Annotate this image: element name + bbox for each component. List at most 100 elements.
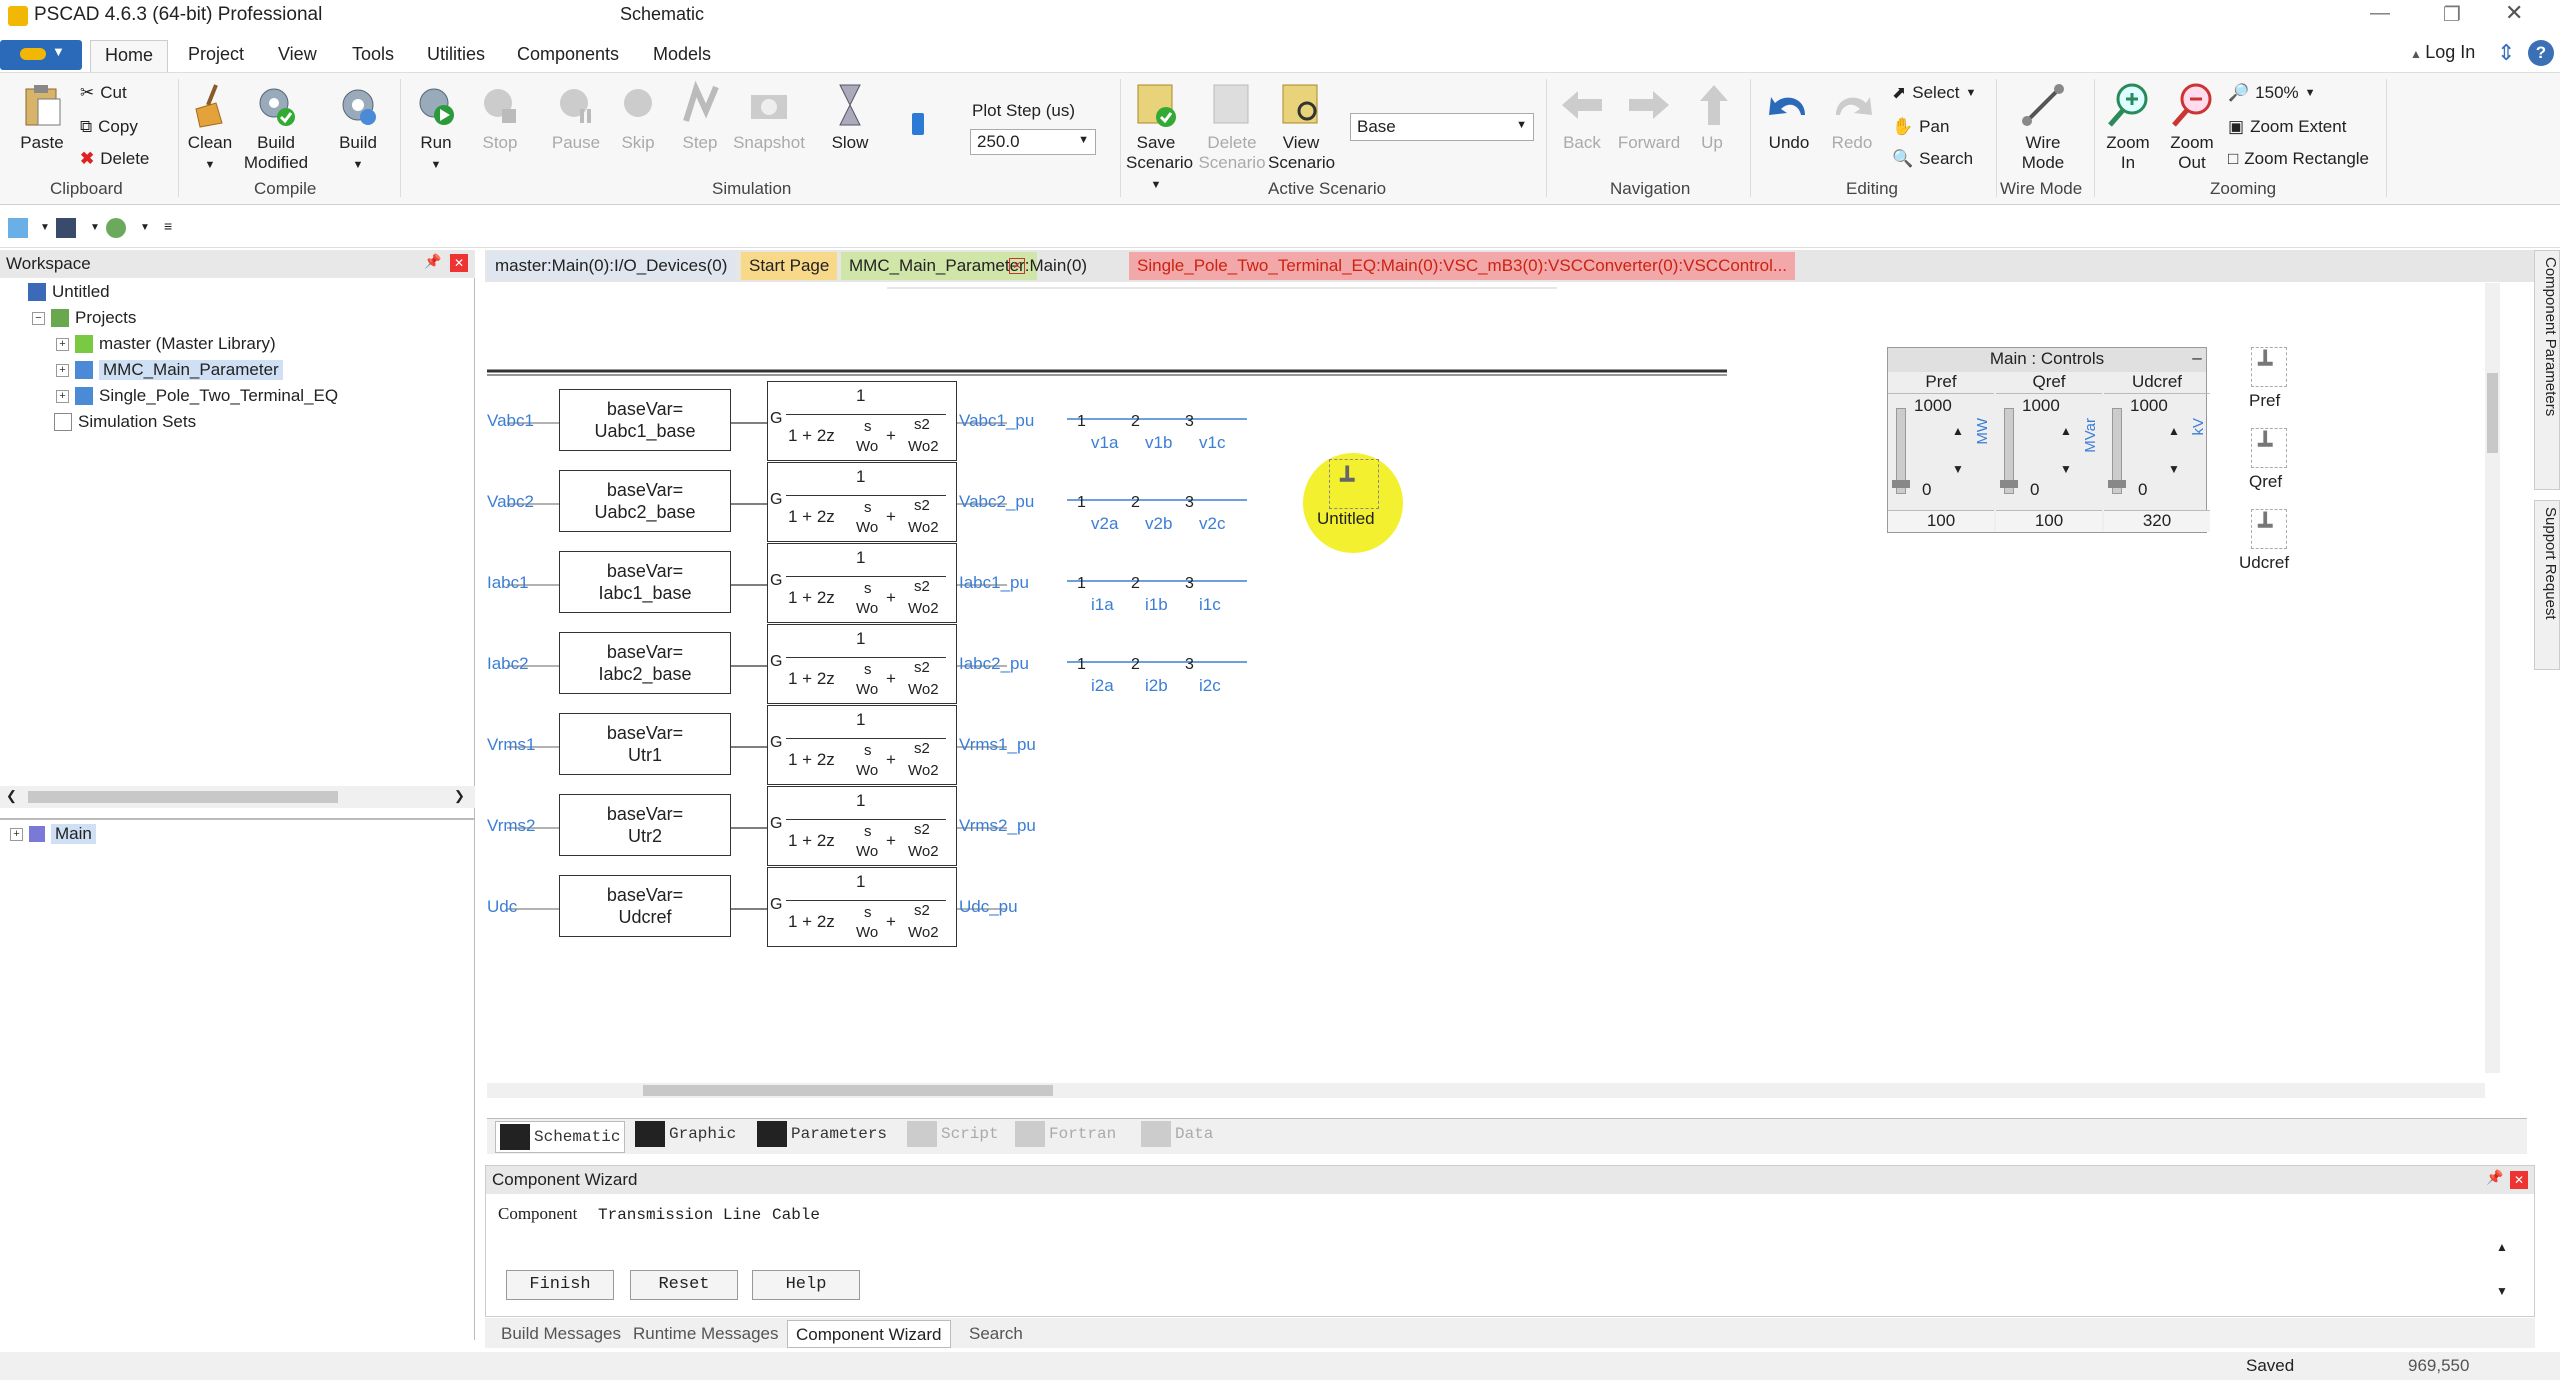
split-signal[interactable]: v2a bbox=[1091, 514, 1118, 534]
chevron-down-icon[interactable]: ▼ bbox=[90, 222, 100, 233]
chevron-down-icon[interactable]: ▼ bbox=[140, 222, 150, 233]
view-tab-fortran[interactable]: Fortran bbox=[1015, 1121, 1116, 1147]
redo-button[interactable]: Redo bbox=[1826, 81, 1878, 153]
split-signal[interactable]: i1a bbox=[1091, 595, 1114, 615]
tab-search[interactable]: Search bbox=[961, 1320, 1031, 1348]
plot-step-select[interactable]: 250.0 ▼ bbox=[970, 129, 1096, 155]
speed-slider[interactable] bbox=[912, 113, 924, 135]
copy-button[interactable]: ⧉ Copy bbox=[80, 117, 138, 137]
tab-home[interactable]: Home bbox=[90, 40, 169, 72]
input-signal[interactable]: Vabc1 bbox=[487, 411, 534, 431]
per-unit-block[interactable]: baseVar= Udcref bbox=[559, 875, 731, 937]
scroll-thumb[interactable] bbox=[2487, 373, 2498, 453]
new-icon[interactable] bbox=[8, 218, 28, 238]
view-tab-schematic[interactable]: Schematic bbox=[495, 1121, 626, 1153]
untitled-slider[interactable]: ┻ bbox=[1329, 459, 1379, 509]
split-signal[interactable]: i2c bbox=[1199, 676, 1221, 696]
wizard-tab-transmission-line[interactable]: Transmission Line bbox=[598, 1206, 761, 1224]
expand-icon[interactable]: + bbox=[56, 363, 69, 377]
per-unit-block[interactable]: baseVar= Uabc2_base bbox=[559, 470, 731, 532]
per-unit-block[interactable]: baseVar= Utr1 bbox=[559, 713, 731, 775]
split-signal[interactable]: i1b bbox=[1145, 595, 1168, 615]
transfer-function-block[interactable]: G 1 1 + 2z s Wo + s2 Wo2 bbox=[767, 867, 957, 947]
transfer-function-block[interactable]: G 1 1 + 2z s Wo + s2 Wo2 bbox=[767, 462, 957, 542]
scroll-thumb[interactable] bbox=[643, 1085, 1053, 1096]
tree-item-single-pole[interactable]: + Single_Pole_Two_Terminal_EQ bbox=[56, 386, 338, 406]
schematic-canvas[interactable]: Vabc1 baseVar= Uabc1_base G 1 1 + 2z s Wo … bbox=[487, 283, 2500, 1098]
input-signal[interactable]: Iabc1 bbox=[487, 573, 529, 593]
split-signal[interactable]: i2a bbox=[1091, 676, 1114, 696]
output-signal[interactable]: Udc_pu bbox=[959, 897, 1018, 917]
tree-simulation-sets[interactable]: Simulation Sets bbox=[54, 412, 196, 432]
slider-thumb[interactable] bbox=[1892, 480, 1910, 488]
output-signal[interactable]: Vabc1_pu bbox=[959, 411, 1034, 431]
transfer-function-block[interactable]: G 1 1 + 2z s Wo + s2 Wo2 bbox=[767, 624, 957, 704]
reset-button[interactable]: Reset bbox=[630, 1270, 738, 1300]
step-button[interactable]: Step bbox=[674, 81, 726, 153]
stop-button[interactable]: Stop bbox=[474, 81, 526, 153]
paste-button[interactable]: Paste bbox=[14, 81, 70, 153]
tab-build-messages[interactable]: Build Messages bbox=[493, 1320, 629, 1348]
back-button[interactable]: Back bbox=[1556, 81, 1608, 153]
chevron-down-icon[interactable]: ▼ bbox=[2060, 462, 2072, 476]
output-signal[interactable]: Vrms1_pu bbox=[959, 735, 1036, 755]
refresh-icon[interactable] bbox=[106, 218, 126, 238]
close-icon[interactable]: ✕ bbox=[2510, 1171, 2528, 1189]
tab-io-devices[interactable]: master:Main(0):I/O_Devices(0) bbox=[487, 252, 736, 280]
options-icon[interactable]: ⇕ bbox=[2497, 40, 2515, 66]
tab-view[interactable]: View bbox=[278, 44, 317, 72]
slider-thumb[interactable] bbox=[2108, 480, 2126, 488]
chevron-down-icon[interactable]: ▼ bbox=[40, 222, 50, 233]
view-tab-script[interactable]: Script bbox=[907, 1121, 999, 1147]
scroll-up-icon[interactable]: ▲ bbox=[2496, 1240, 2508, 1254]
horizontal-scrollbar[interactable]: ❮ ❯ bbox=[0, 786, 475, 808]
minimize-icon[interactable]: — bbox=[2370, 2, 2390, 25]
tab-project[interactable]: Project bbox=[188, 44, 244, 72]
tree-item-mmc[interactable]: + MMC_Main_Parameter bbox=[56, 360, 283, 380]
scroll-left-icon[interactable]: ❮ bbox=[6, 788, 17, 804]
skip-button[interactable]: Skip bbox=[612, 81, 664, 153]
up-button[interactable]: Up bbox=[1690, 81, 1734, 153]
slider-component[interactable]: ┻ bbox=[2251, 428, 2287, 468]
scroll-thumb[interactable] bbox=[28, 791, 338, 803]
pan-button[interactable]: ✋ Pan bbox=[1892, 117, 1949, 137]
zoom-out-button[interactable]: Zoom Out bbox=[2164, 81, 2220, 173]
tab-mmc-main[interactable]: MMC_Main_Parameter:Main(0) bbox=[841, 252, 1087, 280]
login-link[interactable]: ▲ Log In bbox=[2410, 42, 2475, 63]
zoom-extent-button[interactable]: ▣ Zoom Extent bbox=[2228, 117, 2346, 137]
clean-button[interactable]: Clean ▼ bbox=[184, 81, 236, 175]
run-button[interactable]: Run ▼ bbox=[410, 81, 462, 175]
chevron-up-icon[interactable]: ▲ bbox=[2060, 424, 2072, 438]
split-signal[interactable]: i1c bbox=[1199, 595, 1221, 615]
chevron-down-icon[interactable]: ▼ bbox=[1952, 462, 1964, 476]
transfer-function-block[interactable]: G 1 1 + 2z s Wo + s2 Wo2 bbox=[767, 381, 957, 461]
scenario-select[interactable]: Base ▼ bbox=[1350, 113, 1534, 141]
close-icon[interactable]: ✕ bbox=[450, 254, 468, 272]
chevron-down-icon[interactable]: ▼ bbox=[2168, 462, 2180, 476]
split-signal[interactable]: v2c bbox=[1199, 514, 1225, 534]
input-signal[interactable]: Vrms1 bbox=[487, 735, 536, 755]
input-signal[interactable]: Vabc2 bbox=[487, 492, 534, 512]
transfer-function-block[interactable]: G 1 1 + 2z s Wo + s2 Wo2 bbox=[767, 705, 957, 785]
view-tab-parameters[interactable]: Parameters bbox=[757, 1121, 887, 1147]
customize-icon[interactable]: ≡ bbox=[164, 218, 172, 234]
wire-mode-button[interactable]: Wire Mode bbox=[2008, 81, 2078, 173]
per-unit-block[interactable]: baseVar= Utr2 bbox=[559, 794, 731, 856]
output-signal[interactable]: Vrms2_pu bbox=[959, 816, 1036, 836]
tree-root[interactable]: Untitled bbox=[28, 282, 110, 302]
input-signal[interactable]: Iabc2 bbox=[487, 654, 529, 674]
tab-component-wizard[interactable]: Component Wizard bbox=[787, 1320, 951, 1348]
scroll-down-icon[interactable]: ▼ bbox=[2496, 1284, 2508, 1298]
pin-icon[interactable]: 📌 bbox=[424, 253, 441, 270]
wizard-tab-cable[interactable]: Cable bbox=[772, 1206, 820, 1224]
close-tab-icon[interactable]: ✕ bbox=[1009, 258, 1025, 274]
help-button[interactable]: Help bbox=[752, 1270, 860, 1300]
help-icon[interactable]: ? bbox=[2528, 40, 2554, 66]
support-request-tab[interactable]: Support Request bbox=[2534, 500, 2560, 670]
minimize-panel-button[interactable]: – bbox=[2188, 348, 2206, 370]
save-icon[interactable] bbox=[56, 218, 76, 238]
input-signal[interactable]: Vrms2 bbox=[487, 816, 536, 836]
tab-start-page[interactable]: Start Page bbox=[741, 252, 838, 280]
view-scenario-button[interactable]: View Scenario bbox=[1268, 81, 1335, 173]
slider-component[interactable]: ┻ bbox=[2251, 509, 2287, 549]
